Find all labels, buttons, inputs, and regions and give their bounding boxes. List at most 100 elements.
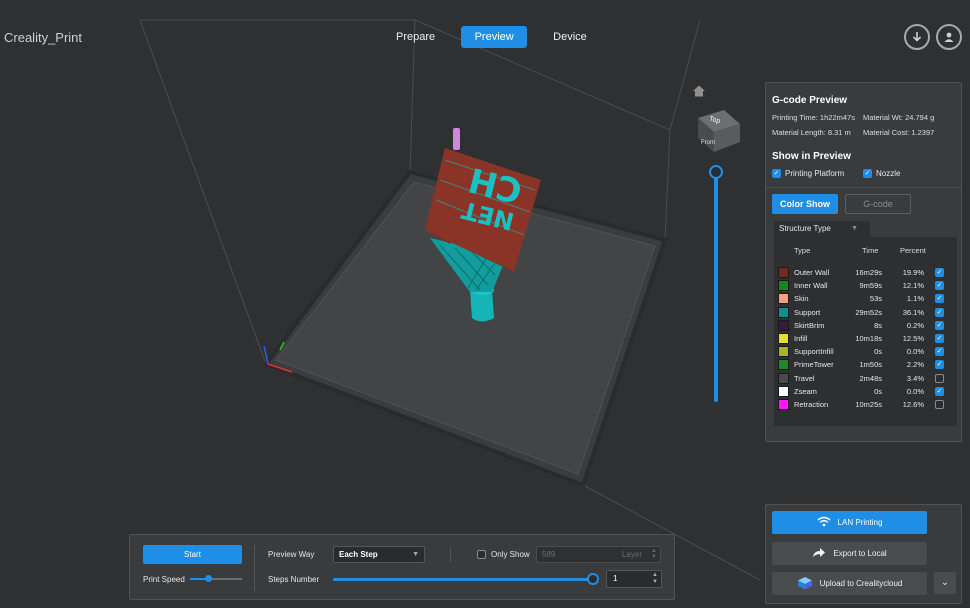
view-cube[interactable]: Top Front [694,106,740,152]
steps-slider[interactable] [333,578,595,581]
steps-spinner[interactable]: ▲ ▼ [652,572,658,586]
tab-prepare[interactable]: Prepare [378,26,453,48]
structure-percent: 3.4% [906,373,924,383]
structure-time: 1m50s [859,360,882,370]
download-icon[interactable] [904,24,930,50]
printing-platform-toggle[interactable]: ✓ Printing Platform [772,169,844,178]
column-header-type: Type [794,246,811,255]
steps-number-input[interactable]: 1 ▲ ▼ [606,570,662,588]
structure-name: Retraction [794,400,829,409]
only-show-label: Only Show [491,550,530,559]
lan-printing-button[interactable]: LAN Printing [772,511,927,534]
nozzle-checkbox[interactable]: ✓ [863,169,872,178]
only-show-layer-input[interactable]: 589 Layer ▲ ▼ [536,546,661,563]
printing-platform-checkbox[interactable]: ✓ [772,169,781,178]
structure-visibility-checkbox[interactable] [935,373,944,383]
color-swatch [778,293,789,305]
structure-percent: 12.6% [902,400,924,409]
start-button[interactable]: Start [143,545,242,564]
color-swatch [778,319,789,331]
preview-controls-panel: Start Print Speed Preview Way Each Step … [129,534,675,600]
structure-visibility-checkbox[interactable]: ✓ [935,307,944,317]
color-swatch [778,399,789,410]
table-row: Travel 2m48s 3.4% [774,372,957,385]
structure-visibility-checkbox[interactable]: ✓ [935,320,944,330]
structure-time: 0s [874,347,882,357]
export-to-local-button[interactable]: Export to Local [772,542,927,565]
structure-name: Infill [794,334,808,343]
structure-type-dropdown[interactable]: Structure Type ▼ [774,221,870,237]
structure-name: Travel [794,373,815,383]
structure-percent: 1.1% [906,294,924,304]
only-show-checkbox[interactable] [477,550,486,559]
divider [450,548,451,562]
tab-device[interactable]: Device [535,26,605,48]
export-to-local-label: Export to Local [833,549,887,558]
color-swatch [778,267,789,278]
app-title: Creality_Print [4,30,83,45]
nozzle-label: Nozzle [876,169,901,178]
layer-range-slider[interactable] [714,172,718,402]
print-speed-slider-thumb[interactable] [205,575,212,582]
structure-visibility-checkbox[interactable]: ✓ [935,294,944,304]
preview-way-label: Preview Way [268,550,315,559]
color-swatch [778,346,789,358]
structure-time: 16m29s [855,268,882,277]
nozzle-toggle[interactable]: ✓ Nozzle [863,169,900,178]
table-row: Zseam 0s 0.0% ✓ [774,385,957,398]
structure-time: 9m59s [859,281,882,291]
print-speed-slider[interactable] [190,575,242,582]
nozzle-marker [453,128,460,150]
table-row: Inner Wall 9m59s 12.1% ✓ [774,280,957,292]
preview-way-value: Each Step [339,550,378,559]
steps-value: 1 [613,574,618,583]
structure-time: 53s [869,294,882,304]
table-row: Skin 53s 1.1% ✓ [774,293,957,305]
structure-visibility-checkbox[interactable]: ✓ [935,386,944,396]
preview-way-select[interactable]: Each Step ▼ [333,546,425,563]
table-row: Support 29m52s 36.1% ✓ [774,306,957,319]
structure-percent: 19.9% [902,268,924,277]
layer-spinner[interactable]: ▲ ▼ [651,548,657,560]
structure-visibility-checkbox[interactable]: ✓ [935,360,944,370]
layer-value: 589 [542,550,556,559]
structure-percent: 0.0% [906,347,924,357]
tab-preview[interactable]: Preview [461,26,528,48]
3d-viewport[interactable]: CH NET [0,0,760,608]
color-swatch [778,333,789,344]
column-header-time: Time [862,246,879,255]
material-cost: Material Cost: 1.2397 [863,128,935,137]
divider [766,187,961,188]
top-bar: Creality_Print Prepare Preview Device [0,0,970,72]
printing-time: Printing Time: 1h22m47s [772,113,855,122]
user-icon[interactable] [936,24,962,50]
structure-visibility-checkbox[interactable]: ✓ [935,347,944,357]
cloud-cube-icon [797,576,813,592]
print-speed-label: Print Speed [143,575,185,584]
structure-visibility-checkbox[interactable]: ✓ [935,334,944,343]
upload-to-crealitycloud-button[interactable]: Upload to Crealitycloud [772,572,927,595]
gcode-preview-panel: G-code Preview Printing Time: 1h22m47s M… [765,82,962,442]
structure-visibility-checkbox[interactable]: ✓ [935,268,944,277]
structure-name: PrimeTower [794,360,834,370]
structure-time: 10m18s [855,334,882,343]
gcode-button[interactable]: G-code [845,194,911,214]
steps-slider-thumb[interactable] [587,573,599,585]
printing-platform-label: Printing Platform [785,169,845,178]
structure-name: Zseam [794,386,817,396]
more-options-chevron-icon[interactable]: ⌄ [934,572,956,594]
structure-type-label: Structure Type [779,224,831,233]
layer-range-slider-thumb[interactable] [709,165,723,179]
lan-printing-label: LAN Printing [837,518,883,527]
structure-percent: 12.1% [902,281,924,291]
structure-type-table: Type Time Percent Outer Wall 16m29s 19.9% ✓… [774,237,957,426]
color-show-button[interactable]: Color Show [772,194,838,214]
structure-time: 0s [874,386,882,396]
structure-visibility-checkbox[interactable] [935,400,944,409]
home-view-icon[interactable] [692,84,708,100]
chevron-down-icon: ▼ [851,225,858,232]
structure-name: SkirtBrim [794,320,825,330]
color-swatch [778,385,789,397]
structure-visibility-checkbox[interactable]: ✓ [935,281,944,291]
chevron-down-icon: ▼ [412,551,419,558]
